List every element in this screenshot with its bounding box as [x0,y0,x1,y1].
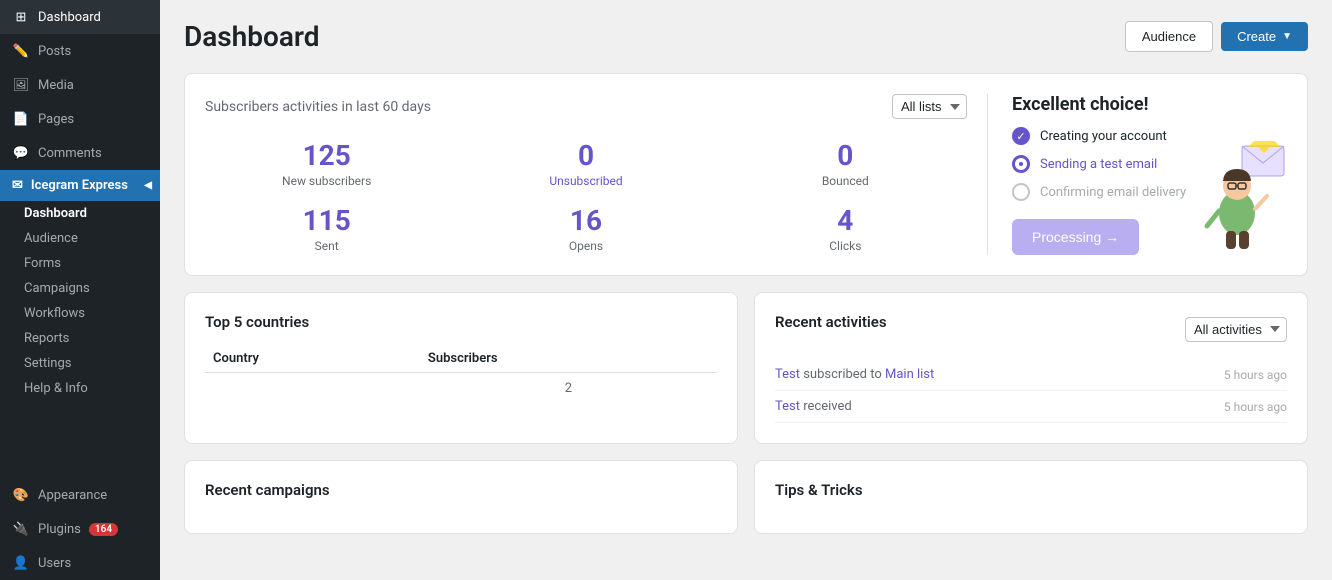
stat-new-subscribers-label: New subscribers [205,174,448,188]
countries-table: Country Subscribers 2 [205,345,717,404]
activity-text-2: Test received [775,399,852,414]
activity-link-test-2[interactable]: Test [775,399,800,414]
activity-row-1: Test subscribed to Main list 5 hours ago [775,359,1287,391]
stat-bounced-value: 0 [724,139,967,172]
dashboard-icon: ⊞ [12,8,30,26]
step-2-label: Sending a test email [1040,157,1157,172]
stat-opens-label: Opens [464,239,707,253]
activity-text-1: Test subscribed to Main list [775,367,934,382]
stat-clicks-label: Clicks [724,239,967,253]
character-illustration [1202,141,1287,255]
stat-clicks-value: 4 [724,204,967,237]
activity-link-test-1[interactable]: Test [775,367,800,382]
audience-button[interactable]: Audience [1125,21,1213,52]
stat-sent: 115 Sent [205,204,448,253]
chevron-down-icon: ▼ [1282,31,1292,42]
stat-opens: 16 Opens [464,204,707,253]
page-title: Dashboard [184,20,320,53]
stats-title: Subscribers activities in last 60 days [205,99,431,115]
header-actions: Audience Create ▼ [1125,21,1308,52]
step-1-label: Creating your account [1040,129,1167,144]
sidebar-item-icegram[interactable]: ✉ Icegram Express [0,170,160,201]
stat-bounced-label: Bounced [724,174,967,188]
stat-opens-value: 16 [464,204,707,237]
stats-left: Subscribers activities in last 60 days A… [205,94,967,255]
countries-title: Top 5 countries [205,313,717,331]
appearance-icon: 🎨 [12,486,30,504]
plugins-badge: 164 [89,523,118,536]
activity-link-main-list[interactable]: Main list [885,367,934,382]
sidebar-item-comments[interactable]: 💬 Comments [0,136,160,170]
sidebar-sub-campaigns[interactable]: Campaigns [0,276,160,301]
stat-unsubscribed-value: 0 [464,139,707,172]
posts-icon: ✏️ [12,42,30,60]
sidebar-sub-settings[interactable]: Settings [0,351,160,376]
activity-row-2: Test received 5 hours ago [775,391,1287,423]
users-icon: 👤 [12,554,30,572]
main-content: Dashboard Audience Create ▼ Subscribers … [160,0,1332,580]
sidebar-sub-reports[interactable]: Reports [0,326,160,351]
sidebar-sub-dashboard[interactable]: Dashboard [0,201,160,226]
activity-time-2: 5 hours ago [1224,400,1287,414]
processing-button[interactable]: Processing → [1012,219,1139,255]
media-icon: 🖼 [12,76,30,94]
activities-filter-select[interactable]: All activities [1185,317,1287,342]
recent-campaigns-title: Recent campaigns [205,481,717,499]
activities-card: Recent activities All activities Test su… [754,292,1308,444]
pages-icon: 📄 [12,110,30,128]
comments-icon: 💬 [12,144,30,162]
stats-filter-select[interactable]: All lists [892,94,967,119]
stat-new-subscribers: 125 New subscribers [205,139,448,188]
sidebar-sub-workflows[interactable]: Workflows [0,301,160,326]
stat-unsubscribed: 0 Unsubscribed [464,139,707,188]
stats-grid: 125 New subscribers 0 Unsubscribed 0 Bou… [205,139,967,253]
sidebar-sub-audience[interactable]: Audience [0,226,160,251]
sidebar-item-dashboard[interactable]: ⊞ Dashboard [0,0,160,34]
onboarding-title: Excellent choice! [1012,94,1287,115]
activity-time-1: 5 hours ago [1224,368,1287,382]
sidebar-item-appearance[interactable]: 🎨 Appearance [0,478,160,512]
col-country: Country [205,345,420,373]
check-filled-icon: ✓ [1012,127,1030,145]
check-empty-icon [1012,183,1030,201]
onboarding-panel: Excellent choice! ✓ Creating your accoun… [987,94,1287,255]
check-loading-icon [1012,155,1030,173]
page-header: Dashboard Audience Create ▼ [184,20,1308,53]
stat-bounced: 0 Bounced [724,139,967,188]
sidebar-item-plugins[interactable]: 🔌 Plugins 164 [0,512,160,546]
stats-card: Subscribers activities in last 60 days A… [184,73,1308,276]
bottom-row: Top 5 countries Country Subscribers 2 [184,292,1308,460]
country-subscribers: 2 [420,373,717,405]
stat-sent-value: 115 [205,204,448,237]
tips-card: Tips & Tricks [754,460,1308,534]
country-name [205,373,420,405]
stat-new-subscribers-value: 125 [205,139,448,172]
plugins-icon: 🔌 [12,520,30,538]
sidebar-item-posts[interactable]: ✏️ Posts [0,34,160,68]
sidebar: ⊞ Dashboard ✏️ Posts 🖼 Media 📄 Pages 💬 C… [0,0,160,580]
sidebar-sub-forms[interactable]: Forms [0,251,160,276]
recent-campaigns-card: Recent campaigns [184,460,738,534]
table-row: 2 [205,373,717,405]
stat-unsubscribed-label: Unsubscribed [464,174,707,188]
activities-title: Recent activities [775,313,887,331]
campaigns-tips-row: Recent campaigns Tips & Tricks [184,460,1308,534]
sidebar-sub-help[interactable]: Help & Info [0,376,160,401]
email-icon: ✉ [12,178,23,193]
col-subscribers: Subscribers [420,345,717,373]
activities-header: Recent activities All activities [775,313,1287,345]
countries-card: Top 5 countries Country Subscribers 2 [184,292,738,444]
sidebar-item-users[interactable]: 👤 Users [0,546,160,580]
step-3-label: Confirming email delivery [1040,185,1186,200]
create-button[interactable]: Create ▼ [1221,22,1308,51]
stat-clicks: 4 Clicks [724,204,967,253]
sidebar-item-media[interactable]: 🖼 Media [0,68,160,102]
tips-title: Tips & Tricks [775,481,1287,499]
sidebar-item-pages[interactable]: 📄 Pages [0,102,160,136]
stat-sent-label: Sent [205,239,448,253]
